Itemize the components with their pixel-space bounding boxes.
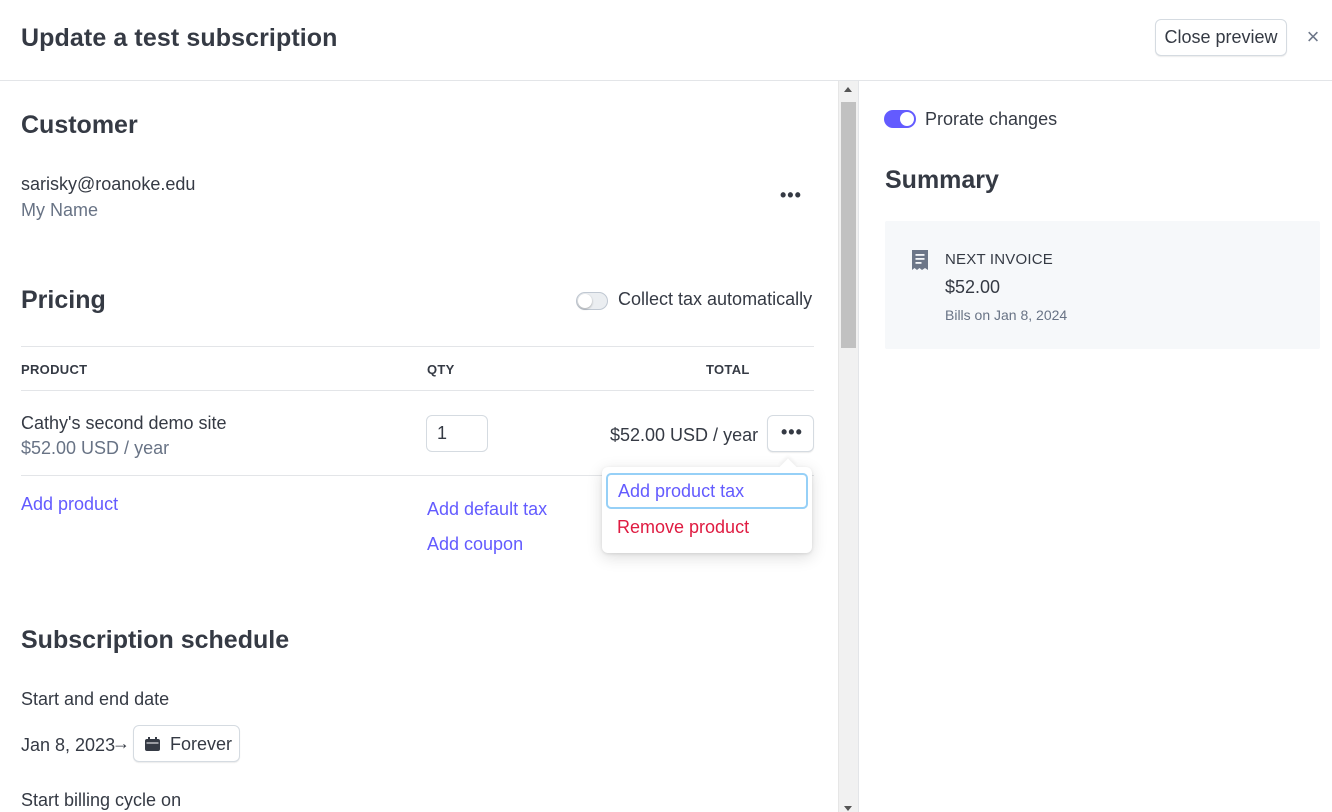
customer-more-icon[interactable]: ••• (780, 185, 802, 206)
add-product-link[interactable]: Add product (21, 494, 118, 515)
summary-title: Summary (885, 166, 999, 194)
toggle-knob (900, 112, 914, 126)
next-invoice-card: NEXT INVOICE $52.00 Bills on Jan 8, 2024 (885, 221, 1320, 349)
receipt-icon (912, 250, 928, 270)
product-total: $52.00 USD / year (610, 425, 759, 445)
product-more-button[interactable]: ••• (767, 415, 814, 452)
page-header: Update a test subscription Close preview… (0, 0, 1332, 81)
prorate-label: Prorate changes (925, 109, 1058, 129)
more-icon: ••• (781, 422, 803, 442)
menu-item-add-product-tax[interactable]: Add product tax (606, 473, 808, 509)
start-date: Jan 8, 2023 (21, 735, 116, 755)
next-invoice-label: NEXT INVOICE (945, 251, 1053, 268)
column-header-total: TOTAL (706, 362, 750, 377)
scroll-up-icon[interactable] (844, 87, 852, 92)
subscription-form: Customer sarisky@roanoke.edu My Name •••… (0, 81, 838, 812)
divider (21, 346, 814, 347)
next-invoice-date: Bills on Jan 8, 2024 (945, 307, 1068, 323)
arrow-right-icon: → (112, 733, 130, 753)
prorate-toggle[interactable] (884, 110, 916, 128)
product-price: $52.00 USD / year (21, 438, 170, 458)
next-invoice-amount: $52.00 (945, 277, 1001, 297)
scrollbar-thumb[interactable] (841, 102, 856, 348)
form-scrollbar[interactable] (838, 81, 859, 812)
customer-section-title: Customer (21, 111, 138, 139)
end-date-button[interactable]: Forever (133, 725, 240, 762)
add-coupon-link[interactable]: Add coupon (427, 534, 523, 555)
add-default-tax-link[interactable]: Add default tax (427, 499, 547, 520)
summary-panel: Prorate changes Summary NEXT INVOICE $52… (860, 81, 1332, 812)
customer-email: sarisky@roanoke.edu (21, 174, 196, 194)
divider (21, 390, 814, 391)
pricing-section-title: Pricing (21, 286, 106, 314)
collect-tax-label: Collect tax automatically (618, 289, 813, 309)
product-name: Cathy's second demo site (21, 413, 227, 433)
product-actions-menu: Add product tax Remove product (602, 467, 812, 553)
menu-item-remove-product[interactable]: Remove product (606, 509, 808, 545)
end-date-label: Forever (170, 734, 233, 754)
schedule-section-title: Subscription schedule (21, 626, 290, 654)
column-header-product: PRODUCT (21, 362, 88, 377)
start-end-date-label: Start and end date (21, 689, 170, 709)
scroll-down-icon[interactable] (844, 806, 852, 811)
billing-cycle-label: Start billing cycle on (21, 790, 182, 810)
page-title: Update a test subscription (21, 24, 338, 52)
customer-name: My Name (21, 200, 99, 220)
collect-tax-toggle[interactable] (576, 292, 608, 310)
column-header-qty: QTY (427, 362, 455, 377)
calendar-icon (145, 737, 160, 751)
toggle-knob (578, 294, 592, 308)
close-preview-button[interactable]: Close preview (1155, 19, 1287, 56)
close-icon[interactable]: × (1302, 26, 1324, 48)
quantity-input[interactable] (426, 415, 488, 452)
